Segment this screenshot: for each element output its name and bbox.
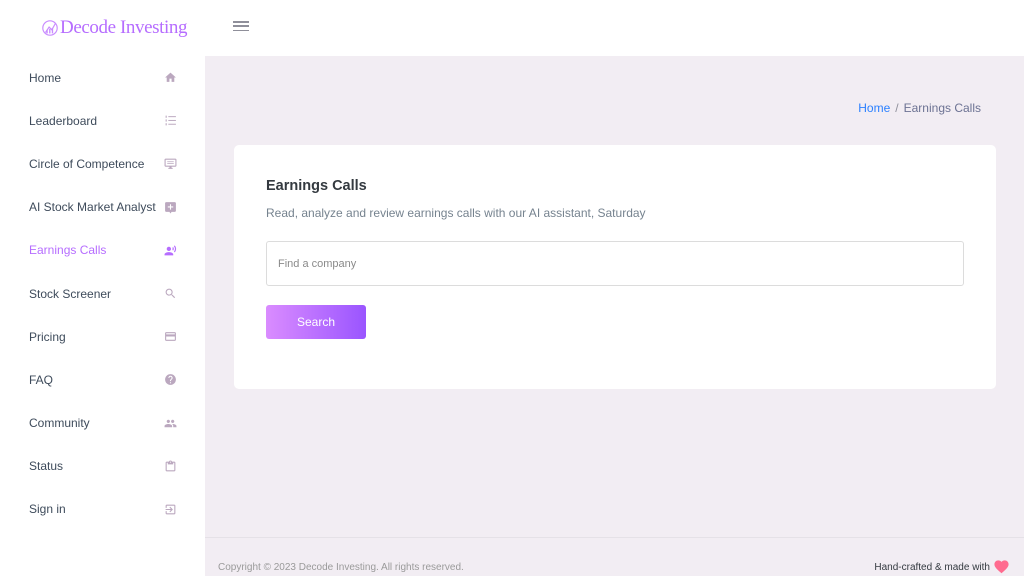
footer: Copyright © 2023 Decode Investing. All r… bbox=[205, 537, 1024, 576]
card-description: Read, analyze and review earnings calls … bbox=[266, 206, 646, 220]
sidebar-item-label: AI Stock Market Analyst bbox=[29, 200, 156, 215]
people-icon bbox=[163, 416, 177, 430]
search-icon bbox=[163, 287, 177, 301]
search-button[interactable]: Search bbox=[266, 305, 366, 339]
earnings-calls-card: Earnings Calls Read, analyze and review … bbox=[234, 145, 996, 389]
sidebar-item-earnings-calls[interactable]: Earnings Calls bbox=[0, 229, 205, 272]
hamburger-icon[interactable] bbox=[233, 19, 249, 33]
handcrafted-label: Hand-crafted & made with bbox=[874, 562, 990, 573]
sidebar: Decode Investing Home Leaderboard Circle… bbox=[0, 0, 205, 576]
sidebar-item-label: Home bbox=[29, 70, 62, 85]
help-circle-icon bbox=[163, 373, 177, 387]
list-icon bbox=[163, 114, 177, 128]
sidebar-item-label: Stock Screener bbox=[29, 286, 112, 301]
card-title: Earnings Calls bbox=[266, 178, 367, 194]
sidebar-item-label: Sign in bbox=[29, 502, 66, 517]
credit-card-icon bbox=[163, 330, 177, 344]
heart-icon bbox=[994, 560, 1009, 574]
breadcrumb-current: Earnings Calls bbox=[903, 101, 981, 115]
sidebar-item-sign-in[interactable]: Sign in bbox=[0, 488, 205, 531]
brand-name: Decode Investing bbox=[60, 17, 188, 38]
logo-icon bbox=[42, 20, 58, 36]
topbar bbox=[205, 0, 1024, 56]
sidebar-item-pricing[interactable]: Pricing bbox=[0, 315, 205, 358]
breadcrumb: Home / Earnings Calls bbox=[858, 101, 981, 115]
sidebar-item-label: Status bbox=[29, 459, 64, 474]
breadcrumb-separator: / bbox=[895, 101, 899, 115]
sidebar-item-label: FAQ bbox=[29, 372, 54, 387]
sidebar-item-stock-screener[interactable]: Stock Screener bbox=[0, 272, 205, 315]
plus-box-icon bbox=[163, 200, 177, 214]
sidebar-item-label: Community bbox=[29, 416, 90, 431]
sidebar-item-community[interactable]: Community bbox=[0, 402, 205, 445]
main-content: Home / Earnings Calls Earnings Calls Rea… bbox=[205, 56, 1024, 538]
sidebar-item-ai-stock-market-analyst[interactable]: AI Stock Market Analyst bbox=[0, 186, 205, 229]
handcrafted-text: Hand-crafted & made with bbox=[874, 560, 1010, 574]
sidebar-item-label: Pricing bbox=[29, 329, 66, 344]
voice-user-icon bbox=[163, 243, 177, 257]
sidebar-item-home[interactable]: Home bbox=[0, 56, 205, 99]
sidebar-item-faq[interactable]: FAQ bbox=[0, 358, 205, 401]
sidebar-item-status[interactable]: Status bbox=[0, 445, 205, 488]
company-search-input[interactable] bbox=[266, 241, 964, 286]
brand-logo[interactable]: Decode Investing bbox=[41, 17, 187, 39]
sidebar-item-leaderboard[interactable]: Leaderboard bbox=[0, 99, 205, 142]
monitor-icon bbox=[163, 157, 177, 171]
sign-in-icon bbox=[163, 502, 177, 516]
brand[interactable]: Decode Investing bbox=[0, 0, 205, 56]
sidebar-item-circle-of-competence[interactable]: Circle of Competence bbox=[0, 142, 205, 185]
home-icon bbox=[163, 71, 177, 85]
copyright-text: Copyright © 2023 Decode Investing. All r… bbox=[218, 562, 464, 573]
sidebar-nav: Home Leaderboard Circle of Competence AI… bbox=[0, 56, 205, 531]
sidebar-item-label: Leaderboard bbox=[29, 113, 98, 128]
sidebar-item-label: Circle of Competence bbox=[29, 156, 145, 171]
breadcrumb-home-link[interactable]: Home bbox=[858, 101, 890, 115]
sidebar-item-label: Earnings Calls bbox=[29, 243, 107, 258]
clipboard-icon bbox=[163, 459, 177, 473]
